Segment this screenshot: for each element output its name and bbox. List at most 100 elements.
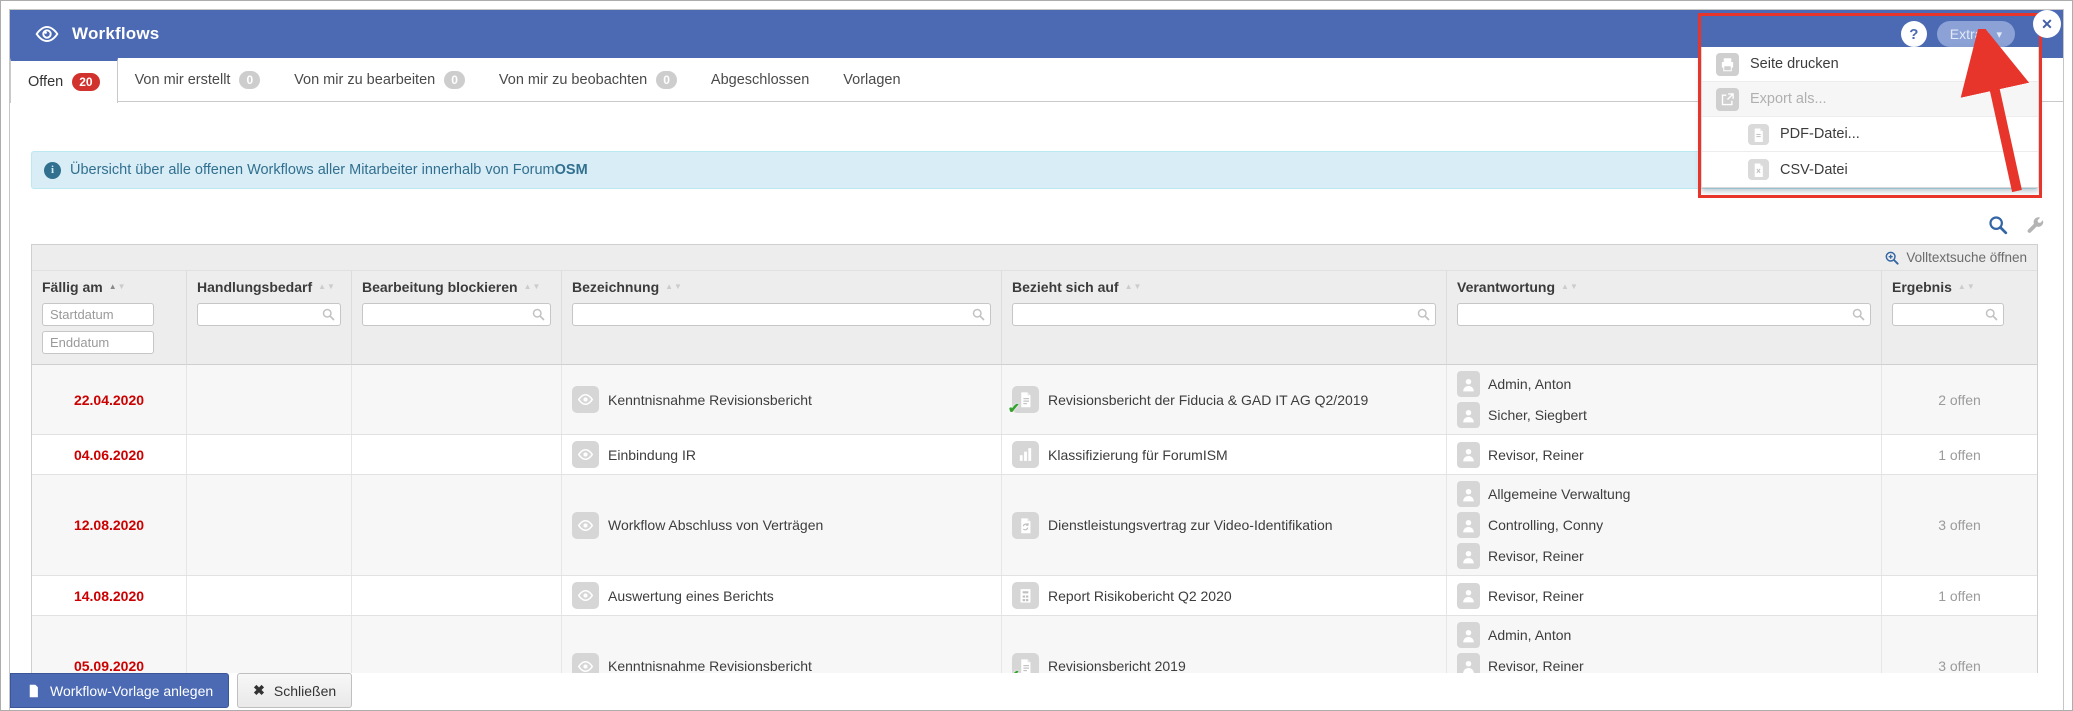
due-date: 12.08.2020 [32,475,187,575]
fulltext-search-link[interactable]: Volltextsuche öffnen [1884,250,2027,266]
column-header-bezeichnung[interactable]: Bezeichnung ▲ ▼ [562,271,1002,297]
responsible-person[interactable]: Admin, Anton [1457,622,1571,648]
workflow-eye-icon [572,511,599,539]
person-icon [1457,543,1480,569]
extras-button[interactable]: Extras ▾ [1936,21,2015,47]
related-object-name[interactable]: Klassifizierung für ForumISM [1048,447,1228,463]
menu-item-csv-datei[interactable]: CSV-Datei [1702,152,2038,187]
create-workflow-template-button[interactable]: Workflow-Vorlage anlegen [10,673,230,708]
sort-arrows-icon[interactable]: ▲ ▼ [665,283,682,291]
related-object-name[interactable]: Dienstleistungsvertrag zur Video-Identif… [1048,517,1333,533]
due-date: 22.04.2020 [32,365,187,434]
column-header-ergebnis[interactable]: Ergebnis ▲ ▼ [1882,271,2037,297]
related-object-name[interactable]: Report Risikobericht Q2 2020 [1048,588,1232,604]
filter-cell-verantwortung [1447,297,1882,365]
menu-item-seite-drucken[interactable]: Seite drucken [1702,47,2038,82]
report-icon [1012,582,1039,609]
menu-item-label: Export als... [1750,91,1827,107]
table-row[interactable]: 12.08.2020 Workflow Abschluss von Verträg… [32,475,2037,576]
column-header-bezieht-sich-auf[interactable]: Bezieht sich auf ▲ ▼ [1002,271,1447,297]
extras-button-label: Extras [1949,26,1990,42]
person-icon [1457,402,1480,428]
workflow-name[interactable]: Einbindung IR [608,447,696,463]
related-object-cell: Dienstleistungsvertrag zur Video-Identif… [1002,475,1447,575]
filter-cell-bezieht-sich-auf [1002,297,1447,365]
grid-tools [1987,214,2045,236]
table-row[interactable]: 04.06.2020 Einbindung IR Klassifizierung f… [32,435,2037,475]
related-object-name[interactable]: Revisionsbericht 2019 [1048,658,1186,674]
responsible-person[interactable]: Revisor, Reiner [1457,441,1584,468]
tab-von-mir-zu-beobachten[interactable]: Von mir zu beobachten 0 [482,58,694,101]
responsible-person[interactable]: Revisor, Reiner [1457,543,1584,569]
menu-item-label: Seite drucken [1750,56,1839,72]
help-button[interactable]: ? [1900,21,1927,47]
related-object-cell: Report Risikobericht Q2 2020 [1002,576,1447,615]
column-header-label: Bezeichnung [572,279,660,295]
result-status: 1 offen [1938,587,1981,604]
workflow-name[interactable]: Auswertung eines Berichts [608,588,774,604]
responsible-person[interactable]: Allgemeine Verwaltung [1457,481,1630,507]
table-row[interactable]: 22.04.2020 Kenntnisnahme Revisionsbericht… [32,365,2037,435]
tab-label: Von mir zu bearbeiten [294,71,436,88]
sort-arrows-icon[interactable]: ▲ ▼ [1958,283,1975,291]
responsible-person[interactable]: Controlling, Conny [1457,512,1603,538]
person-name: Controlling, Conny [1488,517,1604,533]
tab-offen[interactable]: Offen 20 [10,58,118,103]
responsible-person[interactable]: Revisor, Reiner [1457,582,1584,609]
workflow-name-cell: Workflow Abschluss von Verträgen [562,475,1002,575]
filter-input[interactable] [1457,303,1871,326]
handlungsbedarf-cell [187,365,352,434]
filter-input[interactable] [572,303,991,326]
due-date: 14.08.2020 [32,576,187,615]
workflow-name[interactable]: Kenntnisnahme Revisionsbericht [608,658,812,674]
sort-arrows-icon[interactable]: ▲ ▼ [1125,283,1142,291]
workflow-name[interactable]: Workflow Abschluss von Verträgen [608,517,823,533]
wrench-icon[interactable] [2024,215,2045,236]
sort-arrows-icon[interactable]: ▲ ▼ [109,283,126,291]
sort-arrows-icon[interactable]: ▲ ▼ [318,283,335,291]
search-plus-icon [1886,251,1900,265]
column-header-bearbeitung-blockieren[interactable]: Bearbeitung blockieren ▲ ▼ [352,271,562,297]
close-button[interactable]: ✖ Schließen [237,673,353,708]
csv-file-icon [1748,159,1769,180]
filter-input[interactable] [362,303,551,326]
end-date-input[interactable] [42,331,154,354]
sort-arrows-icon[interactable]: ▲ ▼ [1561,283,1578,291]
window-close-button[interactable]: ✕ [2033,10,2061,38]
filter-input[interactable] [1012,303,1436,326]
tab-von-mir-erstellt[interactable]: Von mir erstellt 0 [118,58,278,101]
person-name: Revisor, Reiner [1488,548,1584,564]
result-status: 1 offen [1938,446,1981,463]
sort-arrows-icon[interactable]: ▲ ▼ [524,283,541,291]
filter-input[interactable] [197,303,341,326]
column-header-handlungsbedarf[interactable]: Handlungsbedarf ▲ ▼ [187,271,352,297]
person-name: Admin, Anton [1488,627,1572,643]
table-row[interactable]: 14.08.2020 Auswertung eines Berichts Repor… [32,576,2037,616]
result-status: 2 offen [1938,391,1981,408]
table-toolbar: Volltextsuche öffnen [32,245,2037,271]
tab-label: Vorlagen [843,71,901,88]
person-name: Admin, Anton [1488,376,1572,392]
menu-item-label: CSV-Datei [1780,161,1848,178]
contract-icon [1012,511,1039,539]
search-icon[interactable] [1987,214,2009,236]
workflow-name-cell: Kenntnisnahme Revisionsbericht [562,365,1002,434]
related-object-name[interactable]: Revisionsbericht der Fiducia & GAD IT AG… [1048,392,1368,408]
column-header-f-llig-am[interactable]: Fällig am ▲ ▼ [32,271,187,297]
tab-von-mir-zu-bearbeiten[interactable]: Von mir zu bearbeiten 0 [277,58,482,101]
menu-item-pdf-datei[interactable]: PDF-Datei... [1702,117,2038,152]
responsible-person[interactable]: Sicher, Siegbert [1457,402,1587,428]
tab-abgeschlossen[interactable]: Abgeschlossen [694,58,826,101]
bearbeitung-blockieren-cell [352,435,562,474]
tab-vorlagen[interactable]: Vorlagen [826,58,917,101]
handlungsbedarf-cell [187,435,352,474]
responsible-person[interactable]: Admin, Anton [1457,371,1571,397]
workflow-name[interactable]: Kenntnisnahme Revisionsbericht [608,392,812,408]
info-icon: i [44,161,61,179]
tab-count-badge: 0 [656,70,677,89]
page-title: Workflows [72,24,160,43]
start-date-input[interactable] [42,303,154,326]
responsible-cell: Revisor, Reiner [1447,435,1882,474]
related-object-cell: Klassifizierung für ForumISM [1002,435,1447,474]
column-header-verantwortung[interactable]: Verantwortung ▲ ▼ [1447,271,1882,297]
